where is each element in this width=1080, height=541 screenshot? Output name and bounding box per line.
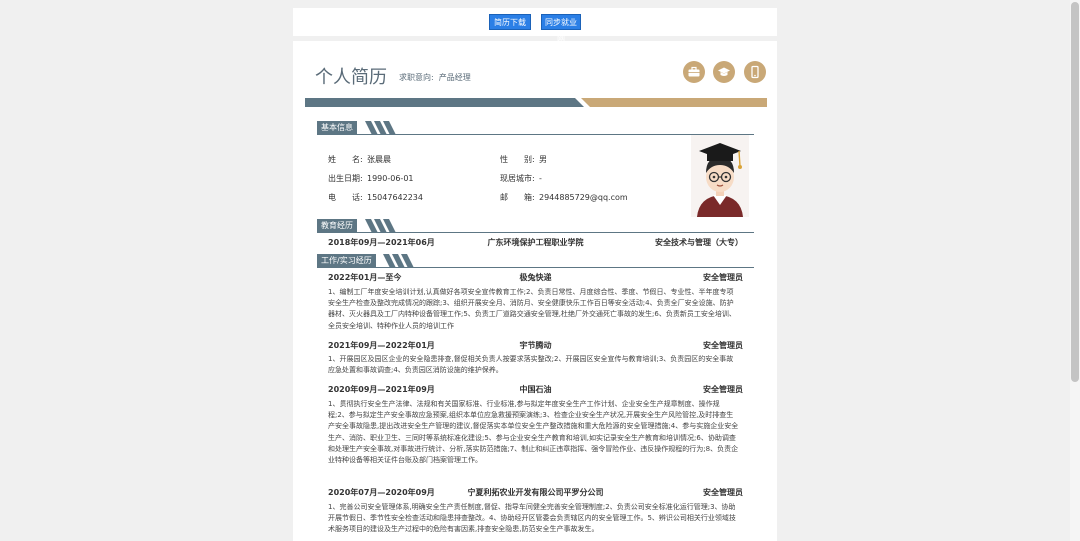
section-stripes <box>365 121 396 135</box>
birthdate-field: 出生日期: 1990-06-01 <box>328 174 414 183</box>
phone-icon[interactable] <box>744 61 766 83</box>
email-field: 邮 箱: 2944885729@qq.com <box>500 193 628 202</box>
briefcase-icon[interactable] <box>683 61 705 83</box>
section-title-education: 教育经历 <box>317 219 357 233</box>
resume-download-button[interactable]: 简历下载 <box>489 14 531 30</box>
scrollbar-thumb[interactable] <box>1071 2 1079 382</box>
section-underline <box>317 134 754 135</box>
work-row: 2020年09月—2021年09月 中国石油 安全管理员 <box>328 385 743 394</box>
section-underline <box>317 267 754 268</box>
work-description: 1、开展园区及园区企业的安全隐患排查,督促相关负责人按要求落实整改;2、开展园区… <box>328 355 734 375</box>
work-row: 2022年01月—至今 极兔快递 安全管理员 <box>328 273 743 282</box>
work-row: 2021年09月—2022年01月 宇节腾动 安全管理员 <box>328 341 743 350</box>
name-field: 姓 名: 张晨晨 <box>328 155 391 164</box>
job-intent-value: 产品经理 <box>438 73 471 82</box>
section-underline <box>317 232 754 233</box>
work-description: 1、贯彻执行安全生产法律、法规和有关国家标准、行业标准,参与拟定年度安全生产工作… <box>328 400 739 465</box>
section-title-basic-info: 基本信息 <box>317 121 357 135</box>
resume-paper: 个人简历 求职意向: 产品经理 基本信息 姓 名: 张晨晨 性 别: 男 出生日期: 1… <box>293 41 777 541</box>
work-description: 1、完善公司安全管理体系,明确安全生产责任制度,督促、指导车间健全完善安全管理制… <box>328 503 736 534</box>
top-toolbar: 简历下载 同步就业网 <box>293 8 777 43</box>
section-stripes <box>383 254 414 268</box>
sync-employment-site-button[interactable]: 同步就业网 <box>541 14 581 43</box>
graduation-cap-icon[interactable] <box>713 61 735 83</box>
header-divider-band <box>305 98 767 107</box>
section-title-work: 工作/实习经历 <box>317 254 376 268</box>
phone-field: 电 话: 15047642234 <box>328 193 423 202</box>
gender-field: 性 别: 男 <box>500 155 547 164</box>
page-title: 个人简历 <box>315 67 387 88</box>
section-stripes <box>365 219 396 233</box>
work-row: 2020年07月—2020年09月 宁夏利拓农业开发有限公司平罗分公司 安全管理… <box>328 488 743 497</box>
work-description: 1、编制工厂年度安全培训计划,认真做好各项安全宣传教育工作;2、负责日常性、月度… <box>328 288 736 330</box>
job-intent: 求职意向: 产品经理 <box>399 72 471 83</box>
avatar <box>691 135 749 217</box>
education-row: 2018年09月—2021年06月 广东环境保护工程职业学院 安全技术与管理（大… <box>328 238 743 247</box>
city-field: 现居城市: - <box>500 174 542 183</box>
job-intent-label: 求职意向: <box>399 73 434 82</box>
page-scrollbar[interactable] <box>1070 0 1080 541</box>
